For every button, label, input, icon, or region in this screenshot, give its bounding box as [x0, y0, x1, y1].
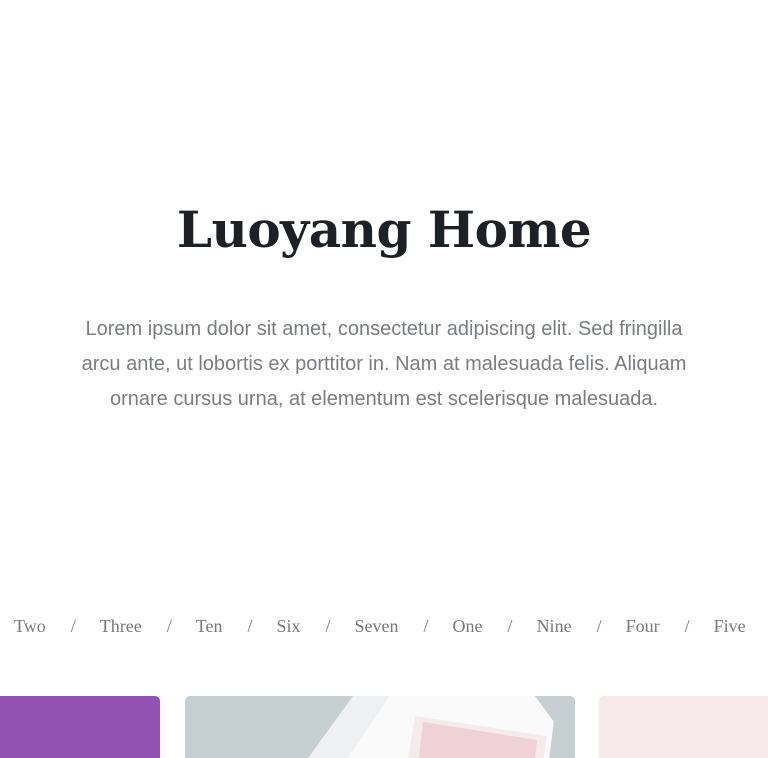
- filter-separator: /: [325, 616, 331, 636]
- filter-four[interactable]: Four: [626, 612, 660, 640]
- filter-three[interactable]: Three: [100, 612, 142, 640]
- filter-five[interactable]: Five: [714, 612, 746, 640]
- page: Luoyang Home Lorem ipsum dolor sit amet,…: [0, 0, 768, 758]
- portfolio-image: [185, 696, 575, 758]
- filter-ten[interactable]: Ten: [196, 612, 223, 640]
- filter-six[interactable]: Six: [277, 612, 301, 640]
- filter-separator: /: [70, 616, 76, 636]
- filter-seven[interactable]: Seven: [355, 612, 399, 640]
- portfolio-image: [0, 696, 160, 758]
- filter-separator: /: [247, 616, 253, 636]
- page-title: Luoyang Home: [176, 200, 592, 259]
- portfolio-card-paper[interactable]: [185, 696, 575, 758]
- filter-two[interactable]: Two: [14, 612, 46, 640]
- filter-separator: /: [507, 616, 513, 636]
- filter-separator: /: [746, 612, 768, 640]
- portfolio-image: [599, 696, 768, 758]
- filter-separator: /: [684, 616, 690, 636]
- filter-separator: /: [423, 616, 429, 636]
- portfolio-card-pink[interactable]: [599, 696, 768, 758]
- filter-separator: /: [596, 616, 602, 636]
- portfolio-card-purple[interactable]: [0, 696, 160, 758]
- filter-one[interactable]: One: [453, 612, 483, 640]
- filter-separator: /: [166, 616, 172, 636]
- filter-nine[interactable]: Nine: [537, 612, 572, 640]
- portfolio-filter: Two / Three / Ten / Six / Seven / One / Nine / Four / Fi…: [14, 612, 768, 640]
- hero-description: Lorem ipsum dolor sit amet, consectetur …: [81, 318, 687, 410]
